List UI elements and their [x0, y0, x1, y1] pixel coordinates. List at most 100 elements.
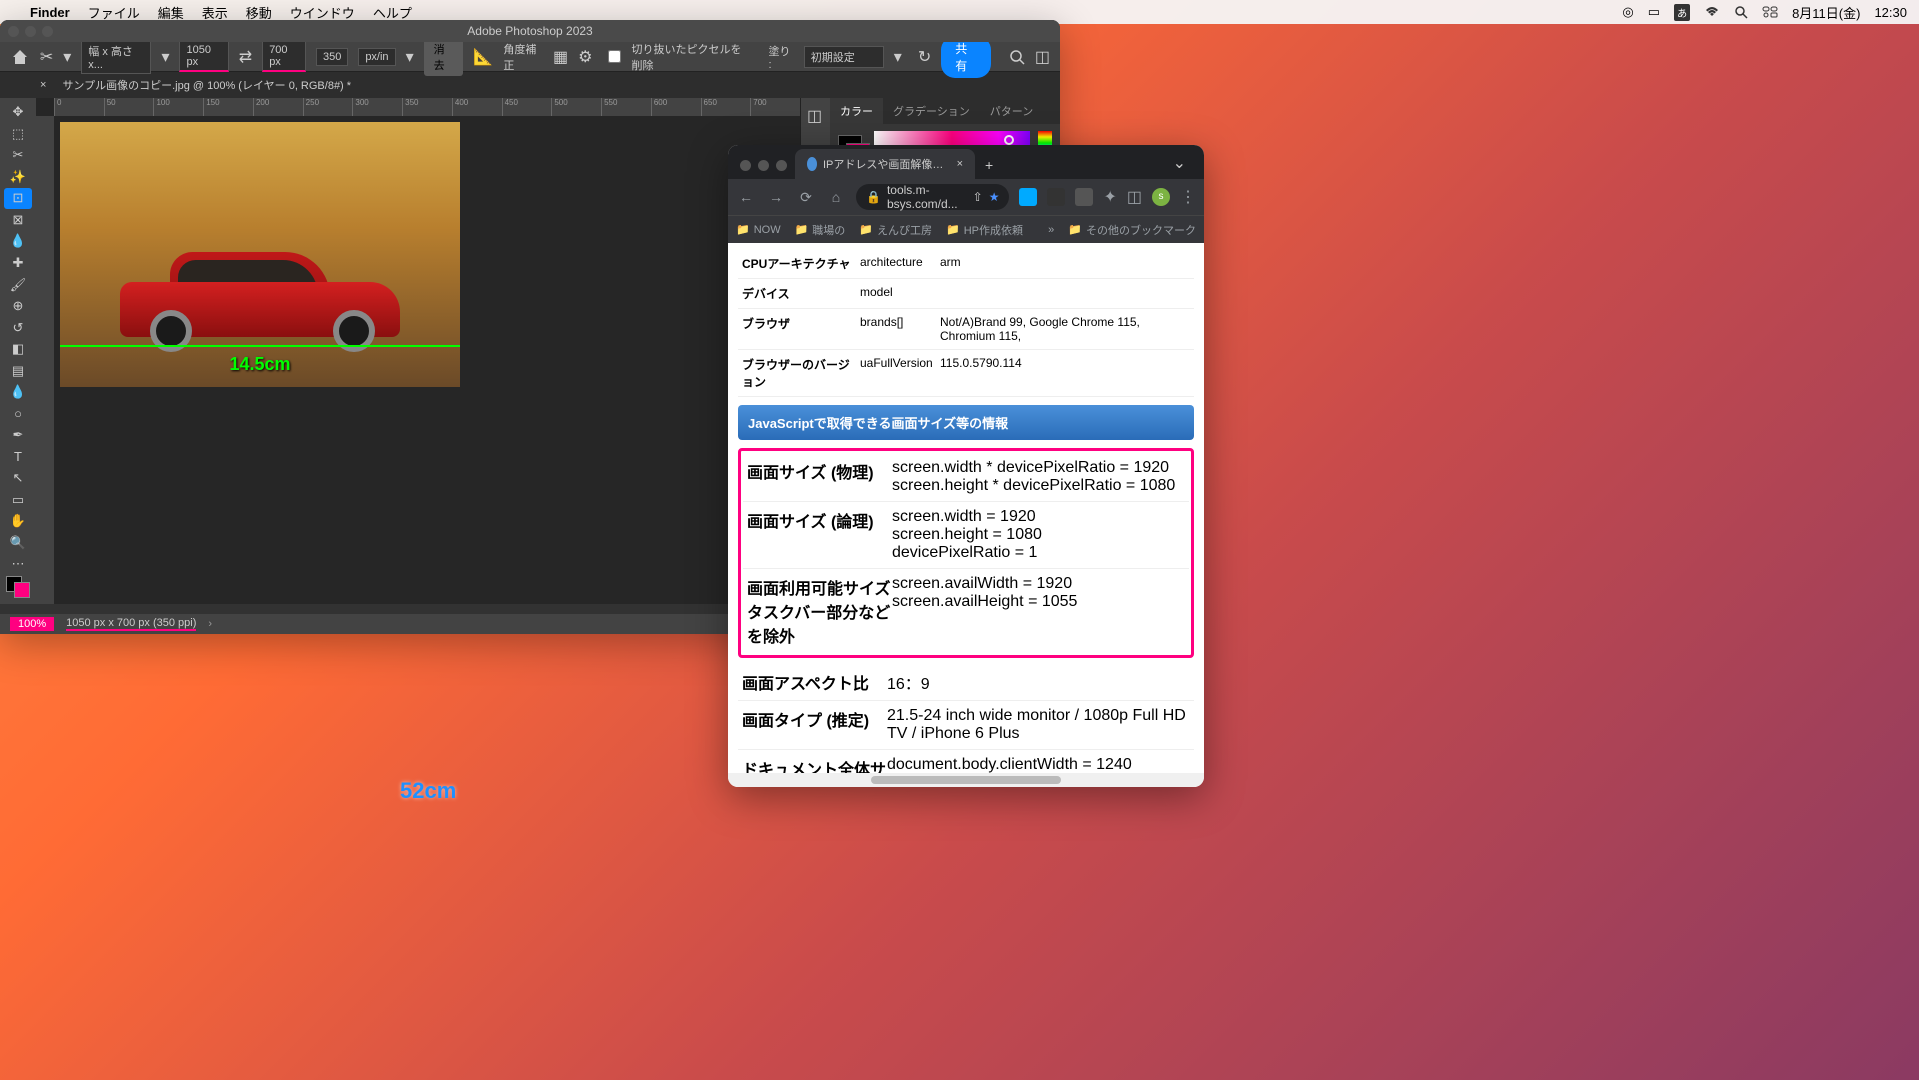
menu-icon[interactable]: ⋮ [1180, 187, 1196, 207]
fill-label: 塗り : [768, 43, 793, 71]
brush-tool-icon[interactable]: 🖌 [4, 274, 32, 295]
canvas-area[interactable]: 0501001502002503003504004505005506006507… [36, 98, 800, 604]
chevron-right-icon[interactable]: › [208, 618, 212, 630]
crop-width-field[interactable]: 1050 px [179, 41, 228, 72]
ext2-icon[interactable] [1047, 188, 1065, 206]
move-tool-icon[interactable]: ✥ [4, 102, 32, 123]
reset-icon[interactable]: ↻ [918, 47, 931, 67]
resolution-field[interactable]: 350 [316, 48, 348, 66]
stamp-tool-icon[interactable]: ⊕ [4, 296, 32, 317]
url-bar[interactable]: 🔒 tools.m-bsys.com/d... ⇧ ★ [856, 184, 1009, 210]
zoom-level[interactable]: 100% [10, 617, 54, 631]
wifi-icon[interactable] [1704, 6, 1720, 18]
control-center-icon[interactable] [1762, 6, 1778, 18]
canvas-image[interactable]: 14.5cm [60, 122, 460, 387]
history-brush-icon[interactable]: ↺ [4, 317, 32, 338]
reload-icon[interactable]: ⟳ [796, 189, 816, 206]
bookmarks-more-icon[interactable]: » [1048, 224, 1054, 236]
puzzle-icon[interactable]: ✦ [1103, 187, 1116, 207]
crop-tool-icon[interactable]: ✂ [40, 47, 53, 67]
more-tools-icon[interactable]: ⋯ [4, 554, 32, 575]
tabs-chevron-icon[interactable]: ⌄ [1163, 147, 1196, 179]
crop-delete-checkbox[interactable] [608, 50, 621, 63]
bookmark-work[interactable]: 📁職場の [795, 222, 846, 238]
panel-icon[interactable]: ◫ [801, 98, 830, 134]
menu-edit[interactable]: 編集 [158, 3, 184, 22]
menubar-date[interactable]: 8月11日(金) [1792, 3, 1860, 22]
bookmark-pencil[interactable]: 📁えんぴ工房 [859, 222, 932, 238]
menu-file[interactable]: ファイル [88, 3, 140, 22]
bookmark-now[interactable]: 📁NOW [736, 223, 781, 236]
browser-tab[interactable]: IPアドレスや画面解像度など確認... × [795, 149, 975, 179]
close-tab-icon[interactable]: × [957, 158, 963, 170]
search-icon[interactable] [1009, 49, 1025, 65]
menubar-time[interactable]: 12:30 [1874, 5, 1907, 20]
ratio-dropdown[interactable]: 幅 x 高さ x... [81, 40, 151, 74]
menu-view[interactable]: 表示 [202, 3, 228, 22]
eyedropper-tool-icon[interactable]: 💧 [4, 231, 32, 252]
pen-tool-icon[interactable]: ✒ [4, 425, 32, 446]
lasso-tool-icon[interactable]: ✂ [4, 145, 32, 166]
swap-icon[interactable]: ⇄ [239, 47, 252, 67]
menubar-app-name[interactable]: Finder [30, 5, 70, 20]
crop-height-field[interactable]: 700 px [262, 41, 306, 72]
dodge-tool-icon[interactable]: ○ [4, 403, 32, 424]
battery-icon[interactable]: ▭ [1648, 4, 1660, 20]
share-url-icon[interactable]: ⇧ [973, 190, 983, 204]
type-tool-icon[interactable]: T [4, 447, 32, 468]
gradient-tool-icon[interactable]: ▤ [4, 360, 32, 381]
cc-icon[interactable]: ◎ [1622, 4, 1633, 20]
bookmark-hp[interactable]: 📁HP作成依頼 [946, 222, 1023, 238]
star-icon[interactable]: ★ [989, 190, 1000, 204]
zoom-tool-icon[interactable]: 🔍 [4, 533, 32, 554]
document-size[interactable]: 1050 px x 700 px (350 ppi) [66, 617, 196, 631]
ext1-icon[interactable] [1019, 188, 1037, 206]
measure-line [60, 345, 460, 347]
profile-icon[interactable]: s [1152, 188, 1170, 206]
unit-dropdown[interactable]: px/in [358, 48, 395, 66]
ps-topbar: ✂ ▾ 幅 x 高さ x... ▾ 1050 px ⇄ 700 px 350 p… [0, 42, 1060, 72]
measure-label: 14.5cm [229, 354, 290, 375]
browser-traffic-lights[interactable] [736, 160, 795, 179]
browser-content[interactable]: CPUアーキテクチャarchitecturearm デバイスmodel ブラウザ… [728, 243, 1204, 773]
close-tab-icon[interactable]: × [40, 79, 46, 91]
color-swatches[interactable] [6, 576, 30, 598]
heal-tool-icon[interactable]: ✚ [4, 253, 32, 274]
menu-help[interactable]: ヘルプ [373, 3, 412, 22]
browser-h-scrollbar[interactable] [728, 773, 1204, 787]
gradient-tab[interactable]: グラデーション [883, 98, 980, 124]
forward-icon[interactable]: → [766, 189, 786, 205]
grid-icon[interactable]: ▦ [553, 47, 568, 67]
marquee-tool-icon[interactable]: ⬚ [4, 124, 32, 145]
home-icon[interactable]: ⌂ [826, 189, 846, 205]
hand-tool-icon[interactable]: ✋ [4, 511, 32, 532]
blur-tool-icon[interactable]: 💧 [4, 382, 32, 403]
other-bookmarks[interactable]: 📁その他のブックマーク [1068, 222, 1196, 238]
path-tool-icon[interactable]: ↖ [4, 468, 32, 489]
shape-tool-icon[interactable]: ▭ [4, 490, 32, 511]
ext3-icon[interactable] [1075, 188, 1093, 206]
new-tab-button[interactable]: + [975, 151, 1003, 179]
fill-dropdown[interactable]: 初期設定 [804, 46, 884, 68]
frame-tool-icon[interactable]: ⊠ [4, 210, 32, 231]
workspace-icon[interactable]: ◫ [1035, 47, 1050, 67]
pattern-tab[interactable]: パターン [980, 98, 1043, 124]
crop-tool-icon[interactable]: ⊡ [4, 188, 32, 209]
wand-tool-icon[interactable]: ✨ [4, 167, 32, 188]
folder-icon: 📁 [1068, 223, 1082, 236]
eraser-tool-icon[interactable]: ◧ [4, 339, 32, 360]
back-icon[interactable]: ← [736, 189, 756, 205]
ps-traffic-lights[interactable] [8, 26, 53, 37]
clear-button[interactable]: 消去 [424, 38, 464, 76]
document-tab[interactable]: サンプル画像のコピー.jpg @ 100% (レイヤー 0, RGB/8#) * [52, 77, 361, 93]
spotlight-icon[interactable] [1734, 5, 1748, 19]
home-icon[interactable] [10, 46, 30, 68]
straighten-icon[interactable]: 📐 [473, 47, 493, 67]
table-row: CPUアーキテクチャarchitecturearm [738, 249, 1194, 279]
menu-go[interactable]: 移動 [246, 3, 272, 22]
input-icon[interactable]: あ [1674, 4, 1690, 21]
menu-window[interactable]: ウインドウ [290, 3, 355, 22]
sidepanel-icon[interactable]: ◫ [1127, 187, 1142, 207]
color-tab[interactable]: カラー [830, 98, 883, 124]
gear-icon[interactable]: ⚙ [578, 47, 592, 67]
